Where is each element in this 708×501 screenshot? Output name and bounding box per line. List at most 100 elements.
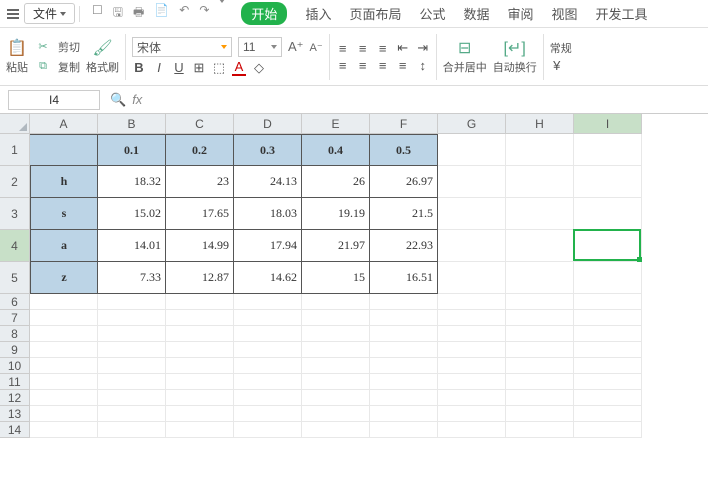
cell-E5[interactable]: 15	[302, 262, 370, 294]
cell-E9[interactable]	[302, 342, 370, 358]
preview-icon[interactable]: 📄	[154, 3, 169, 24]
row-head-12[interactable]: 12	[0, 390, 30, 406]
cell-I9[interactable]	[574, 342, 642, 358]
col-head-E[interactable]: E	[302, 114, 370, 134]
row-head-4[interactable]: 4	[0, 230, 30, 262]
cell-D11[interactable]	[234, 374, 302, 390]
cell-C9[interactable]	[166, 342, 234, 358]
cell-I5[interactable]	[574, 262, 642, 294]
align-bottom-icon[interactable]: ≡	[376, 41, 390, 56]
tab-insert[interactable]: 插入	[305, 4, 331, 23]
cell-E3[interactable]: 19.19	[302, 198, 370, 230]
row-head-14[interactable]: 14	[0, 422, 30, 438]
cell-G8[interactable]	[438, 326, 506, 342]
cell-E7[interactable]	[302, 310, 370, 326]
cell-D1[interactable]: 0.3	[234, 134, 302, 166]
col-head-D[interactable]: D	[234, 114, 302, 134]
col-head-I[interactable]: I	[574, 114, 642, 134]
tab-formula[interactable]: 公式	[419, 4, 445, 23]
cell-A8[interactable]	[30, 326, 98, 342]
cell-H14[interactable]	[506, 422, 574, 438]
cell-A2[interactable]: h	[30, 166, 98, 198]
cell-F14[interactable]	[370, 422, 438, 438]
cell-G3[interactable]	[438, 198, 506, 230]
cell-A13[interactable]	[30, 406, 98, 422]
cell-D8[interactable]	[234, 326, 302, 342]
cell-B12[interactable]	[98, 390, 166, 406]
open-icon[interactable]: ☐	[92, 3, 103, 24]
cell-D13[interactable]	[234, 406, 302, 422]
cell-H1[interactable]	[506, 134, 574, 166]
cell-H3[interactable]	[506, 198, 574, 230]
undo-icon[interactable]: ↶	[179, 3, 189, 24]
cell-I7[interactable]	[574, 310, 642, 326]
cell-C7[interactable]	[166, 310, 234, 326]
cell-H10[interactable]	[506, 358, 574, 374]
row-head-1[interactable]: 1	[0, 134, 30, 166]
cell-A6[interactable]	[30, 294, 98, 310]
cell-I6[interactable]	[574, 294, 642, 310]
wrap-text-button[interactable]: [↵] 自动换行	[493, 38, 537, 75]
cell-H8[interactable]	[506, 326, 574, 342]
row-head-3[interactable]: 3	[0, 198, 30, 230]
cell-G7[interactable]	[438, 310, 506, 326]
cell-F1[interactable]: 0.5	[370, 134, 438, 166]
cell-E14[interactable]	[302, 422, 370, 438]
cell-H13[interactable]	[506, 406, 574, 422]
copy-button[interactable]: ⧉复制	[34, 58, 80, 76]
cell-F8[interactable]	[370, 326, 438, 342]
row-head-6[interactable]: 6	[0, 294, 30, 310]
col-head-C[interactable]: C	[166, 114, 234, 134]
cell-E8[interactable]	[302, 326, 370, 342]
font-name-select[interactable]: 宋体	[132, 37, 232, 57]
cell-A7[interactable]	[30, 310, 98, 326]
clear-format-button[interactable]: ◇	[252, 60, 266, 76]
select-all-corner[interactable]	[0, 114, 30, 134]
cell-D5[interactable]: 14.62	[234, 262, 302, 294]
fill-color-button[interactable]: ⬚	[212, 60, 226, 76]
cell-A9[interactable]	[30, 342, 98, 358]
cell-I11[interactable]	[574, 374, 642, 390]
indent-decrease-icon[interactable]: ⇤	[396, 40, 410, 56]
cell-H12[interactable]	[506, 390, 574, 406]
cell-C3[interactable]: 17.65	[166, 198, 234, 230]
cell-A14[interactable]	[30, 422, 98, 438]
fx-icon[interactable]: fx	[132, 92, 142, 107]
cell-C12[interactable]	[166, 390, 234, 406]
italic-button[interactable]: I	[152, 60, 166, 75]
col-head-A[interactable]: A	[30, 114, 98, 134]
cell-C4[interactable]: 14.99	[166, 230, 234, 262]
cell-H4[interactable]	[506, 230, 574, 262]
cell-D7[interactable]	[234, 310, 302, 326]
spreadsheet-grid[interactable]: ABCDEFGHI10.10.20.30.40.52h18.322324.132…	[0, 114, 708, 438]
cell-G12[interactable]	[438, 390, 506, 406]
align-left-icon[interactable]: ≡	[336, 58, 350, 73]
cell-G2[interactable]	[438, 166, 506, 198]
cell-E10[interactable]	[302, 358, 370, 374]
cell-D10[interactable]	[234, 358, 302, 374]
cell-F11[interactable]	[370, 374, 438, 390]
cell-G4[interactable]	[438, 230, 506, 262]
indent-increase-icon[interactable]: ⇥	[416, 40, 430, 56]
cell-H2[interactable]	[506, 166, 574, 198]
cell-D4[interactable]: 17.94	[234, 230, 302, 262]
cell-A10[interactable]	[30, 358, 98, 374]
cell-I8[interactable]	[574, 326, 642, 342]
justify-icon[interactable]: ≡	[396, 58, 410, 73]
save-icon[interactable]: 🖫	[113, 3, 123, 24]
cell-G9[interactable]	[438, 342, 506, 358]
cell-H7[interactable]	[506, 310, 574, 326]
file-menu-button[interactable]: 文件	[24, 3, 75, 24]
cell-H6[interactable]	[506, 294, 574, 310]
cell-C5[interactable]: 12.87	[166, 262, 234, 294]
align-right-icon[interactable]: ≡	[376, 58, 390, 73]
col-head-G[interactable]: G	[438, 114, 506, 134]
cell-B10[interactable]	[98, 358, 166, 374]
merge-center-button[interactable]: ⊟ 合并居中	[443, 38, 487, 75]
tab-dev[interactable]: 开发工具	[596, 4, 648, 23]
cell-B6[interactable]	[98, 294, 166, 310]
row-head-9[interactable]: 9	[0, 342, 30, 358]
col-head-F[interactable]: F	[370, 114, 438, 134]
row-head-2[interactable]: 2	[0, 166, 30, 198]
cell-G13[interactable]	[438, 406, 506, 422]
